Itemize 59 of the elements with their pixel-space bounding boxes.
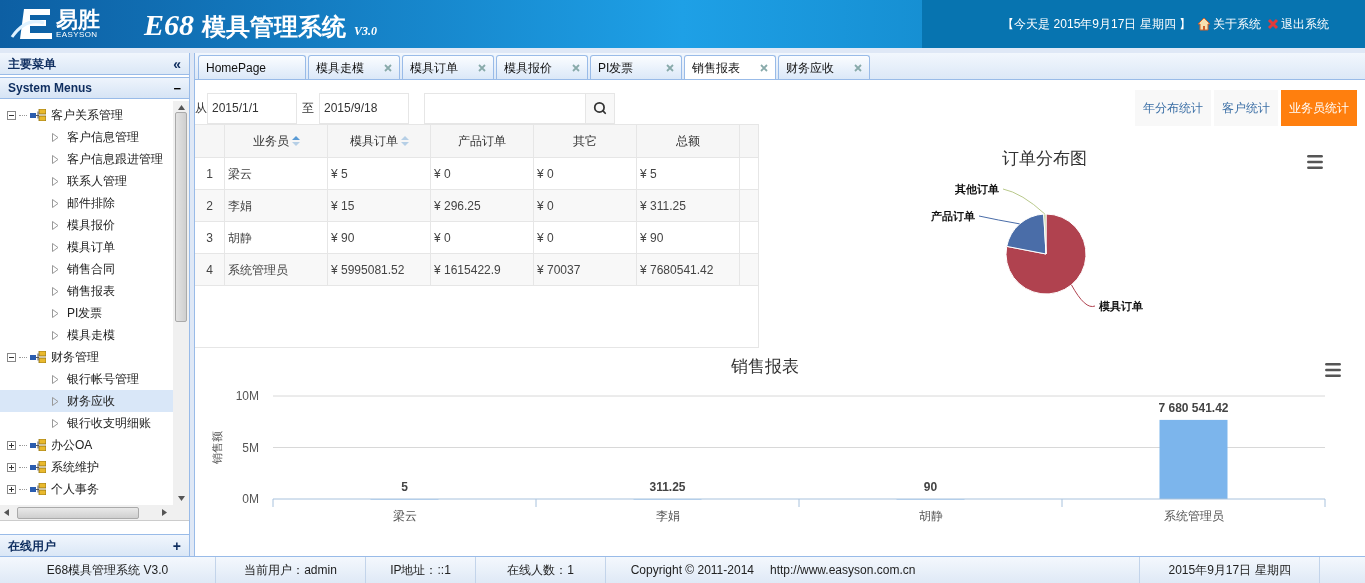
x-tick-label: 李娟 (655, 509, 680, 523)
from-label: 从 (195, 100, 207, 117)
table-cell: 李娟 (225, 190, 328, 221)
table-cell: ¥ 0 (534, 190, 637, 221)
table-cell: ¥ 7680541.42 (637, 254, 740, 285)
bar-value-label: 7 680 541.42 (1158, 400, 1229, 415)
table-cell: ¥ 5 (637, 158, 740, 189)
row-number: 4 (195, 254, 225, 285)
brand-subtitle: EASYSON (56, 31, 98, 39)
chart-title: 订单分布图 (1001, 149, 1087, 168)
x-tick-label: 梁云 (392, 509, 417, 523)
y-tick-label: 10M (235, 389, 259, 403)
status-text: 在线人数：1 (476, 557, 606, 583)
sidebar-title: 主要菜单 (8, 55, 56, 73)
table-cell: ¥ 0 (534, 222, 637, 253)
table-cell: ¥ 0 (534, 158, 637, 189)
y-tick-label: 5M (242, 440, 259, 455)
table-cell: ¥ 0 (431, 222, 534, 253)
slice-label: 其他订单 (955, 183, 999, 195)
status-text: Copyright © 2011-2014 (629, 562, 755, 579)
status-text: E68模具管理系统 V3.0 (0, 557, 216, 583)
table-cell: ¥ 1615422.9 (431, 254, 534, 285)
brand-name: 易胜 (56, 9, 100, 31)
bar-value-label: 311.25 (649, 480, 686, 494)
table-cell: ¥ 90 (637, 222, 740, 253)
y-tick-label: 0M (242, 492, 259, 506)
table-cell: ¥ 70037 (534, 254, 637, 285)
system-title: 模具管理系统 (202, 11, 346, 42)
x-tick-label: 系统管理员 (1163, 509, 1224, 523)
table-cell: ¥ 296.25 (431, 190, 534, 221)
slice-label: 产品订单 (931, 210, 975, 222)
version-label: V3.0 (354, 22, 378, 40)
bar-value-label: 90 (923, 480, 938, 494)
row-number: 3 (195, 222, 225, 253)
status-text: IP地址：::1 (366, 557, 476, 583)
today-date: 【今天是 2015年9月17日 星期四 】 (1002, 16, 1191, 33)
table-cell: ¥ 0 (431, 158, 534, 189)
table-cell: ¥ 15 (328, 190, 431, 221)
slice-label: 模具订单 (1099, 300, 1143, 312)
y-axis-title: 销售额 (211, 431, 223, 464)
row-number: 1 (195, 158, 225, 189)
table-cell: 梁云 (225, 158, 328, 189)
bar-value-label: 5 (401, 480, 408, 494)
to-label: 至 (302, 100, 314, 117)
table-cell: 胡静 (225, 222, 328, 253)
row-number: 2 (195, 190, 225, 221)
system-code: E68 (144, 6, 194, 43)
chart-title: 销售报表 (731, 357, 799, 376)
table-cell: ¥ 90 (328, 222, 431, 253)
online-users-title: 在线用户 (8, 537, 56, 555)
table-cell: ¥ 5 (328, 158, 431, 189)
table-cell: ¥ 5995081.52 (328, 254, 431, 285)
x-tick-label: 胡静 (918, 509, 943, 523)
table-cell: 系统管理员 (225, 254, 328, 285)
table-cell: ¥ 311.25 (637, 190, 740, 221)
section-title: System Menus (8, 80, 93, 97)
status-text: http://www.easyson.com.cn (770, 557, 1140, 583)
status-text: 2015年9月17日 星期四 (1140, 557, 1320, 583)
status-text: 当前用户：admin (216, 557, 366, 583)
